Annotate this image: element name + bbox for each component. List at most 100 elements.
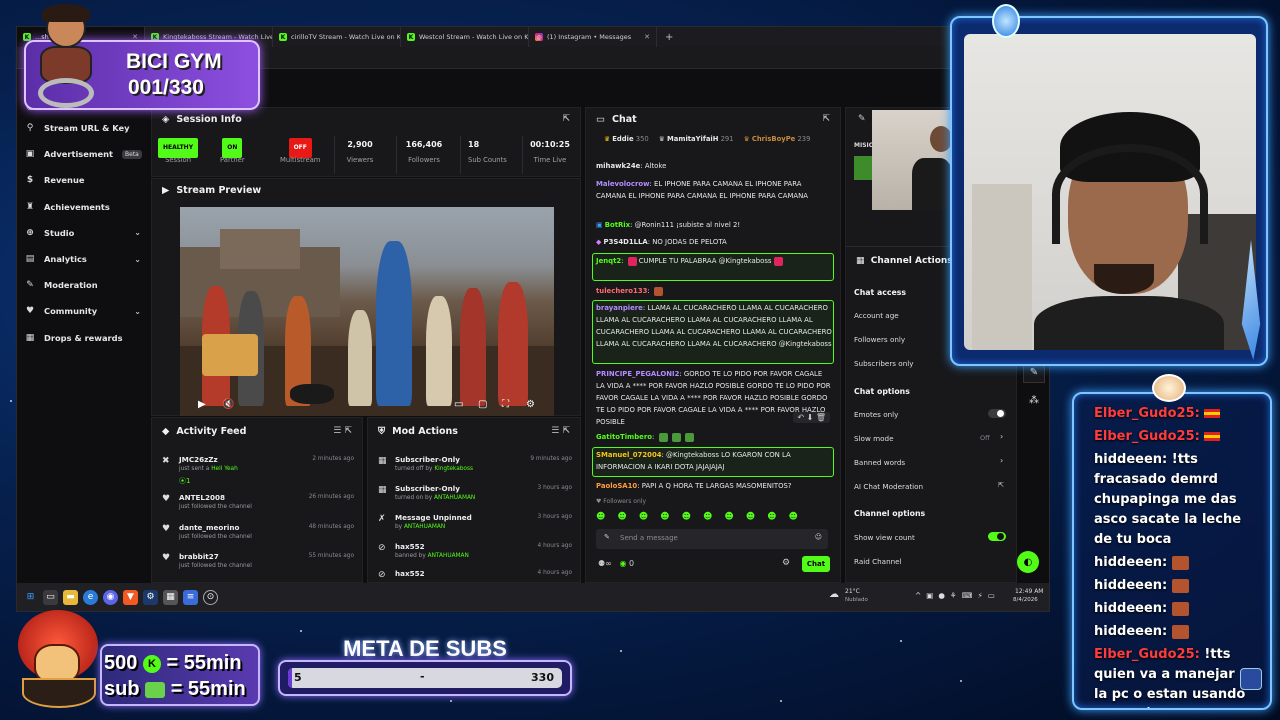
kick-icon: ✖: [162, 456, 170, 466]
sidebar-item-analytics[interactable]: ▤ Analytics ⌄: [17, 246, 147, 272]
sidebar-item-drops[interactable]: ▦ Drops & rewards: [17, 325, 147, 351]
mod-row[interactable]: ▦ Subscriber-Only turned off by Kingtekabo…: [376, 452, 574, 480]
emote-icon[interactable]: ☻: [596, 512, 605, 522]
sidebar-item-community[interactable]: ♥ Community ⌄: [17, 298, 147, 324]
message-actions[interactable]: ↶ ⬇ 🗑: [793, 412, 830, 423]
show-view-count-option[interactable]: Show view count: [854, 533, 915, 542]
chat-input[interactable]: ✎ Send a message ☺: [596, 529, 828, 549]
emote-icon[interactable]: ☻: [724, 512, 733, 522]
gift-icon: [145, 681, 166, 698]
activity-row[interactable]: ♥ ANTEL2008 just followed the channel 26 mi…: [160, 490, 356, 518]
sidebar-item-revenue[interactable]: $ Revenue: [17, 167, 147, 193]
followers-only-option[interactable]: Followers only: [854, 335, 905, 344]
emotes-only-toggle[interactable]: [988, 409, 1006, 418]
app-icon[interactable]: ▦: [163, 589, 178, 605]
obs-icon[interactable]: ⊙: [203, 589, 218, 605]
emote-icon[interactable]: ☻: [746, 512, 755, 522]
crown-icon: ♛: [743, 135, 750, 143]
session-info-panel: ◈ Session Info ⇱ HEALTHY Session ON Partner …: [151, 107, 581, 177]
activity-row[interactable]: ✖ JMC26zZz just sent a Hell Yeah 2 minutes …: [160, 452, 356, 485]
send-chat-button[interactable]: Chat: [802, 556, 830, 572]
slow-mode-option[interactable]: Slow mode: [854, 434, 894, 443]
stat-followers: 166,406 Followers: [405, 140, 443, 164]
search-icon[interactable]: ▭: [43, 589, 58, 605]
help-button[interactable]: ◐: [1017, 551, 1039, 573]
emote-icon[interactable]: ☻: [682, 512, 691, 522]
sidebar-item-studio[interactable]: ⊕ Studio ⌄: [17, 220, 147, 246]
mod-row[interactable]: ⊘ hax552 4 hours ago: [376, 566, 574, 582]
folder-icon[interactable]: ▬: [63, 589, 78, 605]
subscribers-only-option[interactable]: Subscribers only: [854, 359, 914, 368]
sidebar-item-achievements[interactable]: ♜ Achievements: [17, 194, 147, 220]
chat-panel: ▭ Chat ⇱ ♛ Eddie 350 ♛ MamitaYifaiH 291 ♛ …: [585, 107, 841, 583]
chat-message: ◆ P3S4D1LLA: NO JODAS DE PELOTA: [596, 238, 727, 246]
ai-moderation-option[interactable]: AI Chat Moderation: [854, 482, 923, 491]
heart-icon: ♥: [162, 524, 171, 534]
tray-icons[interactable]: ^▣●⚘⌨⚡▭: [915, 591, 1000, 600]
grid-icon: ▦: [856, 256, 865, 266]
emote-bar[interactable]: ☻ ☻ ☻ ☻ ☻ ☻ ☻ ☻ ☻ ☻: [596, 512, 798, 522]
secondary-camera: [872, 110, 950, 210]
door: [972, 184, 1032, 350]
sidebar-item-moderation[interactable]: ✎ Moderation: [17, 272, 147, 298]
overlay-chat-message: Elber_Gudo25:: [1074, 404, 1270, 424]
close-tab-icon[interactable]: ✕: [644, 33, 650, 41]
settings-icon[interactable]: ⚙: [526, 399, 535, 410]
account-age-option[interactable]: Account age: [854, 311, 899, 320]
sidebar-item-stream-url[interactable]: ⚲ Stream URL & Key: [17, 115, 147, 141]
tab-instagram[interactable]: ◎ (1) Instagram • Messages ✕: [529, 27, 657, 47]
stream-preview-video[interactable]: ▶ 🔇 ▭ ▢ ⛶ ⚙: [180, 207, 554, 416]
banned-words-option[interactable]: Banned words: [854, 458, 905, 467]
settings-icon[interactable]: ⚙: [782, 558, 790, 568]
overlay-chat-message: hiddeeen:: [1074, 553, 1270, 573]
emote-icon[interactable]: ☻: [789, 512, 798, 522]
filter-icon[interactable]: ☰ ⇱: [333, 426, 352, 436]
session-info-title: Session Info: [176, 113, 242, 125]
emote-icon: [1171, 555, 1189, 570]
stat-subs: 18 Sub Counts: [468, 140, 507, 164]
steam-icon[interactable]: ⚙: [143, 589, 158, 605]
video-icon: ▶: [162, 184, 170, 196]
emote-icon[interactable]: ☻: [703, 512, 712, 522]
mod-row[interactable]: ▦ Subscriber-Only turned on by ANTAHUAMAN 3…: [376, 481, 574, 509]
webcam-frame: [950, 4, 1268, 366]
play-icon[interactable]: ▶: [198, 399, 206, 410]
mod-row[interactable]: ⊘ hax552 banned by ANTAHUAMAN 4 hours ago: [376, 539, 574, 567]
show-view-count-toggle[interactable]: [988, 532, 1006, 541]
activity-row[interactable]: ♥ dante_meorino just followed the channel 4…: [160, 520, 356, 548]
windows-start-icon[interactable]: ⊞: [23, 590, 38, 605]
filter-icon[interactable]: ☰ ⇱: [551, 426, 570, 436]
stat-multistream: OFF Multistream: [280, 138, 320, 164]
musician: [348, 310, 372, 406]
stat-session: HEALTHY Session: [158, 138, 199, 164]
mute-icon[interactable]: 🔇: [222, 399, 234, 410]
new-tab-button[interactable]: +: [657, 32, 681, 43]
tab-westcol[interactable]: KWestcol Stream - Watch Live on K✕: [401, 27, 529, 47]
notes-icon[interactable]: ≡: [183, 589, 198, 605]
tab-cirillotv[interactable]: KcirilloTV Stream - Watch Live on K✕: [273, 27, 401, 47]
pip-icon[interactable]: ▭: [454, 399, 463, 410]
edge-icon[interactable]: e: [83, 589, 98, 605]
mod-actions-header: ⛨ Mod Actions ☰ ⇱: [368, 418, 580, 444]
chat-icon: ▭: [596, 113, 605, 125]
status-badge: ON: [222, 138, 243, 158]
theater-icon[interactable]: ▢: [478, 399, 487, 410]
sidebar-item-advertisement[interactable]: ▣ Advertisement Beta: [17, 141, 147, 167]
activity-row[interactable]: ♥ brabbit27 just followed the channel 55 mi…: [160, 549, 356, 577]
raid-channel-option[interactable]: Raid Channel: [854, 557, 902, 566]
emoji-icon[interactable]: ☺: [815, 533, 822, 541]
emote-icon[interactable]: ☻: [767, 512, 776, 522]
emotes-only-option[interactable]: Emotes only: [854, 410, 898, 419]
chat-message: ▣ BotRix: @Ronin111 ¡subiste al nivel 2!: [596, 221, 741, 229]
emote-icon[interactable]: ☻: [639, 512, 648, 522]
connections-icon[interactable]: ⁂: [1029, 395, 1039, 406]
chrome-icon[interactable]: ◉: [103, 589, 118, 605]
emote-icon[interactable]: ☻: [617, 512, 626, 522]
mod-row[interactable]: ✗ Message Unpinned by ANTAHUAMAN 3 hours ag…: [376, 510, 574, 538]
emote-icon[interactable]: ☻: [660, 512, 669, 522]
stat-time-live: 00:10:25 Time Live: [530, 140, 570, 164]
fullscreen-icon[interactable]: ⛶: [502, 399, 509, 410]
popout-icon[interactable]: ⇱: [562, 114, 570, 124]
brave-icon[interactable]: ▼: [123, 589, 138, 605]
popout-icon[interactable]: ⇱: [822, 114, 830, 124]
